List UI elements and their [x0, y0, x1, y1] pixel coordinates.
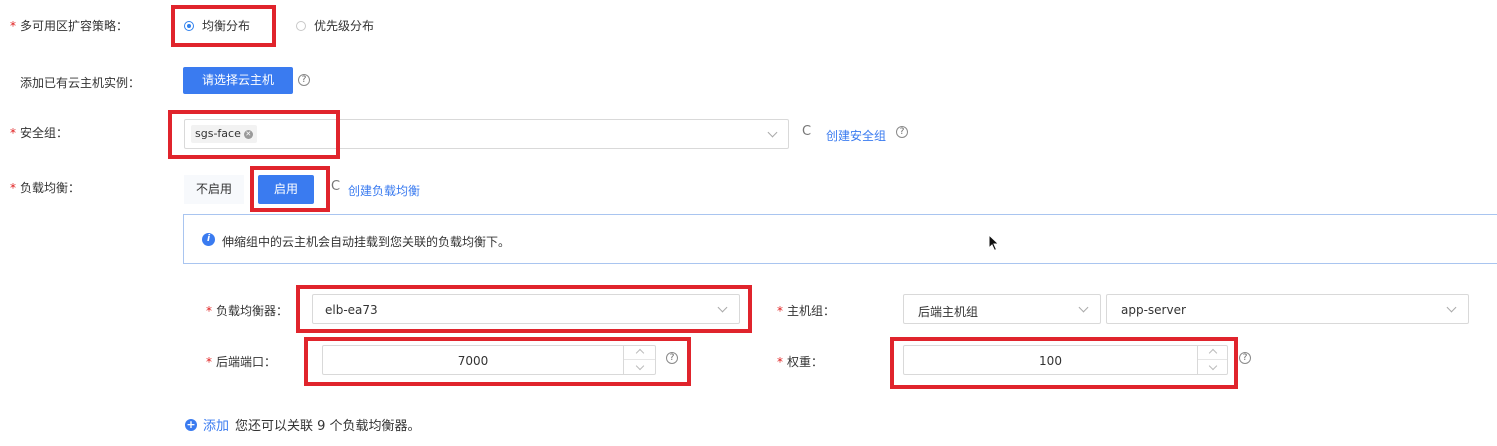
info-icon: i [202, 233, 215, 246]
create-load-balancer-link[interactable]: 创建负载均衡 [348, 182, 420, 199]
security-group-label: * 安全组： [10, 126, 69, 140]
radio-priority[interactable]: 优先级分布 [296, 17, 374, 34]
help-icon[interactable]: ? [298, 74, 310, 86]
weight-label: * 权重： [777, 355, 824, 369]
refresh-icon[interactable]: C [331, 179, 340, 194]
info-text: 伸缩组中的云主机会自动挂载到您关联的负载均衡下。 [222, 235, 511, 249]
host-group-select[interactable]: app-server [1106, 294, 1469, 324]
highlight-box [296, 285, 752, 333]
chevron-down-icon [767, 127, 778, 138]
add-hint-text: 您还可以关联 9 个负载均衡器。 [235, 419, 421, 434]
toggle-disabled-button[interactable]: 不启用 [184, 175, 244, 204]
help-icon[interactable]: ? [896, 126, 908, 138]
help-icon[interactable]: ? [1239, 352, 1251, 364]
highlight-box [304, 337, 691, 386]
info-banner: i 伸缩组中的云主机会自动挂载到您关联的负载均衡下。 [183, 214, 1497, 264]
cursor-icon [988, 234, 1000, 252]
highlight-box [890, 337, 1238, 389]
port-label: * 后端端口： [206, 355, 277, 369]
select-instance-button[interactable]: 请选择云主机 [183, 67, 293, 94]
highlight-box [168, 110, 340, 159]
add-balancer-link[interactable]: 添加 [203, 415, 229, 434]
strategy-label: * 多可用区扩容策略： [10, 19, 129, 33]
radio-icon [296, 20, 306, 31]
radio-priority-label: 优先级分布 [314, 19, 375, 33]
plus-circle-icon[interactable]: + [185, 418, 197, 431]
host-group-value: app-server [1121, 303, 1186, 317]
balancer-label: * 负载均衡器： [206, 304, 289, 318]
add-balancer-row: + 添加 您还可以关联 9 个负载均衡器。 [185, 415, 421, 434]
highlight-box [250, 166, 330, 212]
refresh-icon[interactable]: C [802, 124, 811, 139]
load-balance-label: * 负载均衡： [10, 181, 81, 195]
create-security-group-link[interactable]: 创建安全组 [826, 127, 886, 144]
add-instance-label: 添加已有云主机实例： [20, 76, 141, 90]
host-group-type-select[interactable]: 后端主机组 [903, 294, 1101, 324]
host-group-label: * 主机组： [777, 304, 836, 318]
highlight-box [171, 5, 276, 47]
chevron-down-icon [1446, 302, 1457, 313]
chevron-down-icon [1078, 302, 1089, 313]
host-group-type-value: 后端主机组 [918, 305, 979, 319]
